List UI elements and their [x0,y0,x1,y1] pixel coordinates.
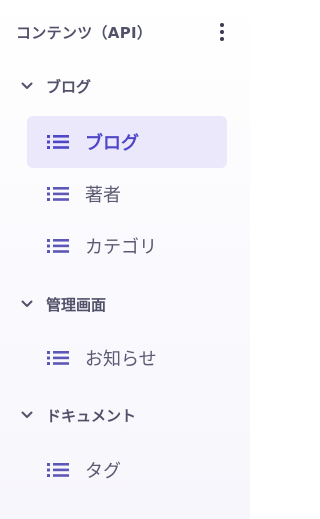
chevron-down-icon [21,82,33,89]
group-label: ドキュメント [46,406,137,425]
sidebar-item-label: ブログ [85,133,139,154]
sidebar-item-tag[interactable]: タグ [27,444,227,496]
chevron-down-icon [21,300,33,307]
group-header-document[interactable]: ドキュメント [20,403,136,427]
sidebar-title: コンテンツ（API） [16,23,153,42]
sidebar-item-author[interactable]: 著者 [27,168,227,220]
sidebar-header: コンテンツ（API） [16,18,230,46]
sidebar-item-label: タグ [85,461,121,482]
list-icon [47,239,69,253]
sidebar-item-label: お知らせ [85,349,157,370]
group-header-blog[interactable]: ブログ [20,74,91,98]
list-icon [47,463,69,477]
content-sidebar: コンテンツ（API） ブログ ブログ 著者 カテゴリ 管理画面 お知らせ ドキュ… [0,0,250,519]
sidebar-item-category[interactable]: カテゴリ [27,220,227,272]
group-label: 管理画面 [46,295,107,314]
list-icon [47,135,69,149]
sidebar-item-news[interactable]: お知らせ [27,332,227,384]
list-icon [47,351,69,365]
group-label: ブログ [46,77,92,96]
chevron-down-icon [21,411,33,418]
sidebar-item-label: カテゴリ [85,237,157,258]
sidebar-item-label: 著者 [85,185,121,206]
list-icon [47,187,69,201]
more-vertical-icon[interactable] [214,18,230,46]
group-header-admin[interactable]: 管理画面 [20,292,106,316]
sidebar-item-blog[interactable]: ブログ [27,116,227,168]
